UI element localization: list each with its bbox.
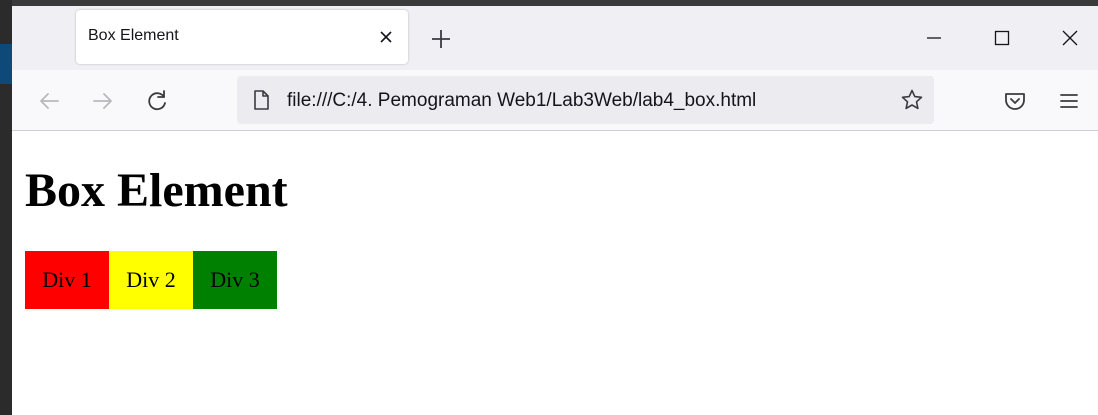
- star-icon[interactable]: [900, 88, 924, 112]
- arrow-left-icon[interactable]: [36, 88, 62, 114]
- page-icon: [250, 89, 272, 111]
- navigation-toolbar: file:///C:/4. Pemograman Web1/Lab3Web/la…: [12, 70, 1098, 131]
- close-window-icon[interactable]: [1050, 18, 1090, 58]
- pocket-icon[interactable]: [1002, 88, 1028, 114]
- minimize-icon[interactable]: [914, 18, 954, 58]
- browser-window: Box Element file:///C:/4. Pemograman Web…: [12, 6, 1098, 415]
- box-div-1: Div 1: [25, 251, 109, 309]
- tab-title: Box Element: [88, 27, 179, 44]
- plus-icon[interactable]: [426, 24, 456, 54]
- desktop-edge: [0, 0, 12, 415]
- close-icon[interactable]: [376, 27, 396, 47]
- title-bar: Box Element: [12, 6, 1098, 70]
- box-div-2: Div 2: [109, 251, 193, 309]
- box-row: Div 1 Div 2 Div 3: [25, 251, 277, 309]
- maximize-icon[interactable]: [982, 18, 1022, 58]
- url-text[interactable]: file:///C:/4. Pemograman Web1/Lab3Web/la…: [287, 90, 756, 112]
- box-div-3: Div 3: [193, 251, 277, 309]
- page-heading: Box Element: [25, 164, 288, 217]
- desktop-accent: [0, 44, 12, 84]
- arrow-right-icon[interactable]: [90, 88, 116, 114]
- address-bar[interactable]: file:///C:/4. Pemograman Web1/Lab3Web/la…: [237, 76, 934, 124]
- reload-icon[interactable]: [144, 88, 170, 114]
- page-content: Box Element Div 1 Div 2 Div 3: [12, 131, 1098, 415]
- hamburger-menu-icon[interactable]: [1056, 88, 1082, 114]
- tab-box-element[interactable]: Box Element: [76, 10, 408, 64]
